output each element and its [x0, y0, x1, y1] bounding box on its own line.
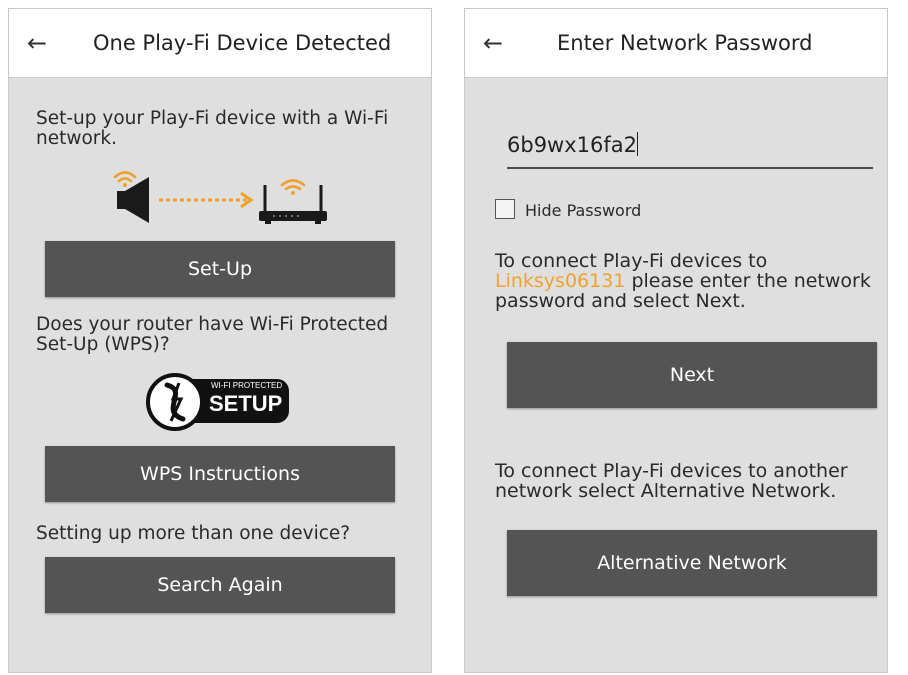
- wps-instructions-button[interactable]: WPS Instructions: [45, 446, 395, 502]
- app-bar: ← Enter Network Password: [465, 9, 887, 78]
- speaker-to-router-illustration: [113, 171, 327, 224]
- hide-password-checkbox[interactable]: [495, 199, 515, 219]
- wps-question-text: Does your router have Wi-Fi Protected Se…: [36, 314, 389, 355]
- wps-logo-top-text: WI-FI PROTECTED: [211, 381, 283, 390]
- wps-logo-bottom-text: SETUP: [209, 391, 283, 416]
- back-arrow-icon[interactable]: ←: [27, 27, 57, 59]
- speaker-icon: [117, 177, 149, 223]
- connect-text-before: To connect Play-Fi devices to: [495, 250, 768, 272]
- page-title: One Play-Fi Device Detected: [93, 31, 392, 55]
- arrow-right-icon: [159, 191, 254, 209]
- text-caret: [637, 132, 638, 156]
- search-again-button[interactable]: Search Again: [45, 557, 395, 613]
- alternative-network-button[interactable]: Alternative Network: [507, 530, 877, 596]
- app-bar: ← One Play-Fi Device Detected: [9, 9, 431, 78]
- router-icon: [259, 185, 327, 224]
- back-arrow-icon[interactable]: ←: [483, 27, 513, 59]
- password-input[interactable]: 6b9wx16fa2: [507, 127, 873, 169]
- network-name: Linksys06131: [495, 270, 626, 292]
- next-button[interactable]: Next: [507, 342, 877, 408]
- connect-instructions-text: To connect Play-Fi devices to Linksys0613…: [495, 251, 875, 311]
- alternative-network-text: To connect Play-Fi devices to another ne…: [495, 460, 848, 502]
- setup-intro-text: Set-up your Play-Fi device with a Wi-Fi …: [36, 108, 389, 149]
- network-password-screen: ← Enter Network Password 6b9wx16fa2 Hide…: [464, 8, 888, 673]
- hide-password-label: Hide Password: [525, 201, 642, 220]
- page-title: Enter Network Password: [557, 31, 813, 55]
- setup-screen: ← One Play-Fi Device Detected Set-up you…: [8, 8, 432, 673]
- setup-button[interactable]: Set-Up: [45, 241, 395, 297]
- wps-logo: WI-FI PROTECTED SETUP: [145, 371, 295, 433]
- wifi-icon: [113, 171, 137, 187]
- password-value: 6b9wx16fa2: [507, 133, 637, 157]
- more-devices-text: Setting up more than one device?: [36, 523, 351, 544]
